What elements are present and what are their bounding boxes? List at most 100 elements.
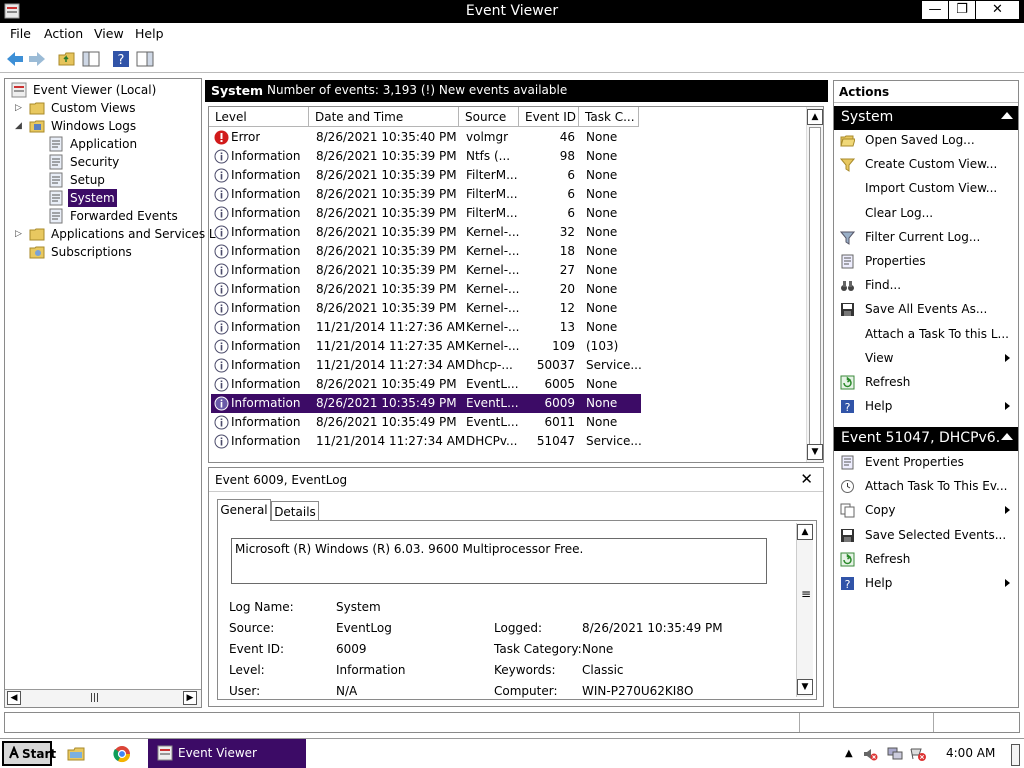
- column-date-time[interactable]: Date and Time: [309, 107, 459, 127]
- help-icon[interactable]: ?: [111, 49, 131, 69]
- expand-apps-services-icon[interactable]: ▷: [15, 229, 25, 239]
- event-row[interactable]: Information 8/26/2021 10:35:39 PM Kernel-.…: [211, 299, 641, 318]
- scroll-up-icon[interactable]: ▲: [807, 109, 823, 125]
- cell-date-time: 8/26/2021 10:35:49 PM: [316, 415, 457, 429]
- cell-level: Information: [231, 415, 301, 429]
- collapse-windows-logs-icon[interactable]: ◢: [15, 121, 25, 131]
- column-event-id[interactable]: Event ID: [519, 107, 579, 127]
- scroll-grip-icon[interactable]: ≡: [801, 587, 811, 601]
- show-hide-tree-icon[interactable]: [81, 49, 101, 69]
- action-item[interactable]: Import Custom View...: [834, 177, 1018, 199]
- taskbar-event-viewer[interactable]: Event Viewer: [148, 739, 306, 768]
- action-item[interactable]: Save Selected Events...: [834, 524, 1018, 546]
- menu-help[interactable]: Help: [135, 26, 164, 41]
- log-icon: [49, 154, 63, 170]
- action-item[interactable]: Event Properties: [834, 451, 1018, 473]
- cell-task-category: None: [586, 225, 618, 239]
- action-item[interactable]: Properties: [834, 250, 1018, 272]
- event-row[interactable]: Information 8/26/2021 10:35:39 PM Kernel-.…: [211, 223, 641, 242]
- action-item[interactable]: ? Help: [834, 395, 1018, 417]
- file-explorer-icon[interactable]: [67, 745, 85, 763]
- close-detail-icon[interactable]: ✕: [800, 470, 813, 488]
- action-item[interactable]: Refresh: [834, 371, 1018, 393]
- event-row[interactable]: Information 8/26/2021 10:35:39 PM FilterM.…: [211, 185, 641, 204]
- action-item[interactable]: Copy: [834, 499, 1018, 521]
- tree-horizontal-scrollbar[interactable]: ◀ ||| ▶: [5, 689, 201, 707]
- close-button[interactable]: ✕: [975, 0, 1020, 20]
- action-item[interactable]: View: [834, 347, 1018, 369]
- detail-vertical-scrollbar[interactable]: ▲ ≡ ▼: [796, 523, 813, 697]
- scroll-grip-icon[interactable]: |||: [90, 693, 99, 703]
- event-row[interactable]: Information 11/21/2014 11:27:35 AM Kernel-…: [211, 337, 641, 356]
- actions-header: Actions: [834, 81, 1018, 103]
- minimize-button[interactable]: —: [921, 0, 949, 20]
- event-row[interactable]: Information 8/26/2021 10:35:39 PM Kernel-.…: [211, 280, 641, 299]
- event-row[interactable]: Information 8/26/2021 10:35:39 PM Kernel-.…: [211, 242, 641, 261]
- action-item[interactable]: ? Help: [834, 572, 1018, 594]
- scroll-left-icon[interactable]: ◀: [7, 691, 21, 705]
- event-row[interactable]: Information 8/26/2021 10:35:49 PM EventL..…: [211, 375, 641, 394]
- scroll-down-icon[interactable]: ▼: [807, 444, 823, 460]
- action-item[interactable]: Clear Log...: [834, 202, 1018, 224]
- scroll-right-icon[interactable]: ▶: [183, 691, 197, 705]
- back-arrow-icon[interactable]: [5, 49, 25, 69]
- cell-source: FilterM...: [466, 168, 518, 182]
- action-item[interactable]: Refresh: [834, 548, 1018, 570]
- menu-view[interactable]: View: [94, 26, 124, 41]
- forward-arrow-icon[interactable]: [27, 49, 47, 69]
- cell-level: Information: [231, 206, 301, 220]
- information-icon: [214, 415, 229, 430]
- detail-scroll-down-icon[interactable]: ▼: [797, 679, 813, 695]
- event-row[interactable]: Information 8/26/2021 10:35:39 PM Ntfs (..…: [211, 147, 641, 166]
- cell-level: Information: [231, 434, 301, 448]
- expand-custom-views-icon[interactable]: ▷: [15, 103, 25, 113]
- restore-button[interactable]: ❐: [948, 0, 976, 20]
- svg-text:?: ?: [845, 578, 851, 591]
- show-hidden-icons-icon[interactable]: ▲: [845, 748, 853, 759]
- svg-text:?: ?: [118, 53, 125, 68]
- event-row[interactable]: Information 8/26/2021 10:35:39 PM FilterM.…: [211, 166, 641, 185]
- column-level[interactable]: Level: [209, 107, 309, 127]
- action-item[interactable]: Attach a Task To this L...: [834, 323, 1018, 345]
- event-row[interactable]: Information 8/26/2021 10:35:49 PM EventL..…: [211, 394, 641, 413]
- event-row[interactable]: Error 8/26/2021 10:35:40 PM volmgr 46 None: [211, 128, 641, 147]
- cell-event-id: 20: [559, 282, 575, 296]
- action-item[interactable]: Open Saved Log...: [834, 129, 1018, 151]
- action-item[interactable]: Filter Current Log...: [834, 226, 1018, 248]
- event-row[interactable]: Information 11/21/2014 11:27:34 AM Dhcp-..…: [211, 356, 641, 375]
- event-row[interactable]: Information 8/26/2021 10:35:49 PM EventL..…: [211, 413, 641, 432]
- event-description: Microsoft (R) Windows (R) 6.03. 9600 Mul…: [231, 538, 767, 584]
- network-icon[interactable]: [887, 746, 903, 762]
- log-title: System: [211, 83, 264, 98]
- show-desktop-button[interactable]: [1011, 744, 1020, 766]
- action-item[interactable]: Save All Events As...: [834, 298, 1018, 320]
- tab-details[interactable]: Details: [271, 501, 319, 521]
- show-action-pane-icon[interactable]: [135, 49, 155, 69]
- menu-action[interactable]: Action: [44, 26, 83, 41]
- filter-star-icon: [840, 158, 855, 173]
- tab-general[interactable]: General: [217, 499, 271, 521]
- action-item[interactable]: Find...: [834, 274, 1018, 296]
- column-source[interactable]: Source: [459, 107, 519, 127]
- action-item[interactable]: Attach Task To This Ev...: [834, 475, 1018, 497]
- collapse-up-icon[interactable]: [1001, 433, 1013, 440]
- folder-up-icon[interactable]: [57, 49, 77, 69]
- event-row[interactable]: Information 8/26/2021 10:35:39 PM Kernel-.…: [211, 261, 641, 280]
- column-task-category[interactable]: Task C...: [579, 107, 639, 127]
- action-item[interactable]: Create Custom View...: [834, 153, 1018, 175]
- menu-file[interactable]: File: [10, 26, 31, 41]
- event-row[interactable]: Information 11/21/2014 11:27:36 AM Kernel-…: [211, 318, 641, 337]
- scroll-thumb[interactable]: [809, 127, 821, 447]
- event-row[interactable]: Information 8/26/2021 10:35:39 PM FilterM.…: [211, 204, 641, 223]
- actions-section-event[interactable]: Event 51047, DHCPv6...: [834, 427, 1018, 451]
- volume-muted-icon[interactable]: [862, 746, 878, 762]
- detail-scroll-up-icon[interactable]: ▲: [797, 524, 813, 540]
- start-button[interactable]: Start: [2, 741, 56, 766]
- actions-section-system[interactable]: System: [834, 106, 1018, 130]
- chrome-icon[interactable]: [113, 745, 131, 763]
- grid-vertical-scrollbar[interactable]: ▲ ▼: [806, 107, 823, 462]
- collapse-up-icon[interactable]: [1001, 112, 1013, 119]
- event-row[interactable]: Information 11/21/2014 11:27:34 AM DHCPv..…: [211, 432, 641, 451]
- keywords-label: Keywords:: [494, 663, 556, 677]
- action-center-icon[interactable]: [909, 746, 927, 762]
